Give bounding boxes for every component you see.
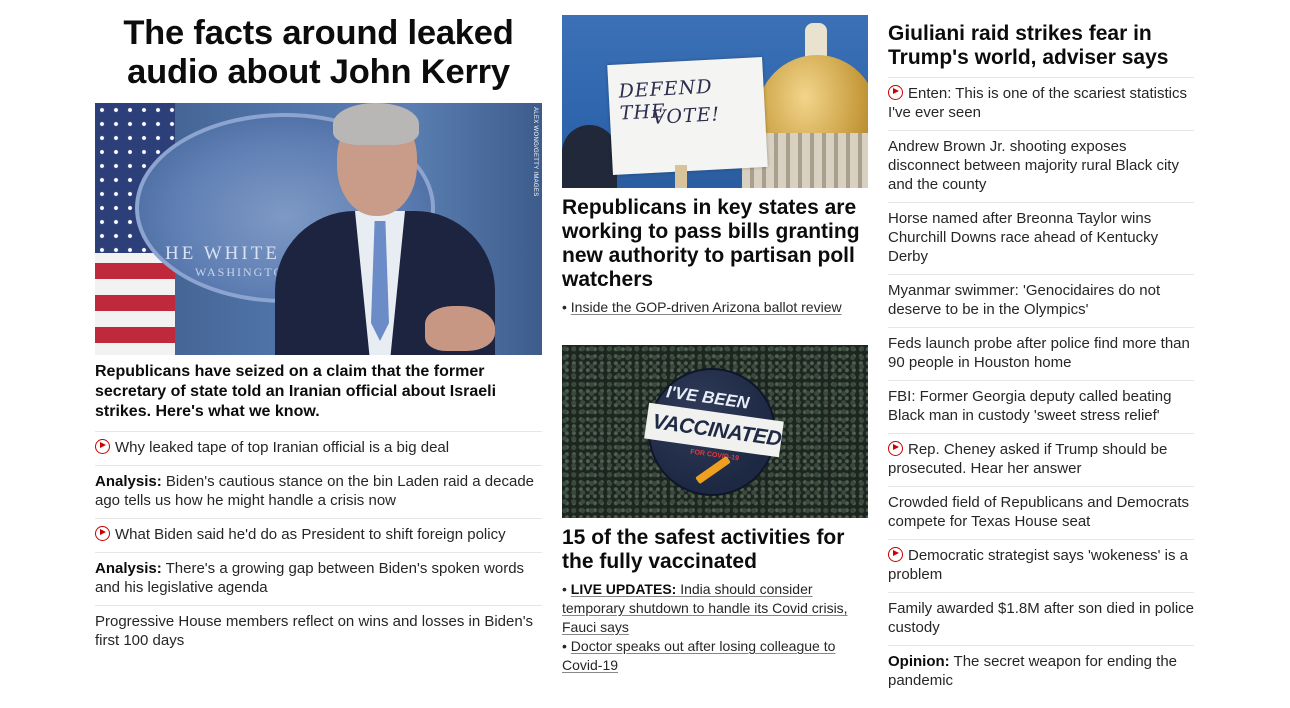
link-text: Progressive House members reflect on win… bbox=[95, 613, 534, 649]
headline-link[interactable]: Rep. Cheney asked if Trump should be pro… bbox=[888, 441, 1167, 477]
related-link[interactable]: Analysis: Biden's cautious stance on the… bbox=[95, 473, 534, 509]
sublink[interactable]: Inside the GOP-driven Arizona ballot rev… bbox=[571, 299, 842, 315]
sublink-item[interactable]: • LIVE UPDATES: India should consider te… bbox=[562, 580, 868, 637]
link-text: What Biden said he'd do as President to … bbox=[115, 526, 506, 543]
link-text: Enten: This is one of the scariest stati… bbox=[888, 85, 1188, 121]
vaccinated-badge: I'VE BEEN VACCINATED FOR COVID-19 bbox=[644, 368, 784, 496]
card-headline[interactable]: 15 of the safest activities for the full… bbox=[562, 526, 868, 574]
protest-sign: DEFEND THE VOTE! bbox=[607, 57, 768, 175]
play-video-icon bbox=[888, 441, 903, 456]
play-video-icon bbox=[888, 547, 903, 562]
related-link[interactable]: Progressive House members reflect on win… bbox=[95, 613, 533, 649]
sign-text-line2: VOTE! bbox=[651, 103, 721, 129]
lead-story-column: The facts around leaked audio about John… bbox=[95, 0, 542, 658]
story-card-voting: DEFEND THE VOTE! Republicans in key stat… bbox=[562, 15, 868, 317]
lead-headline-link[interactable]: The facts around leaked audio about John… bbox=[123, 14, 514, 91]
headline-link[interactable]: Andrew Brown Jr. shooting exposes discon… bbox=[888, 138, 1179, 193]
link-prefix: Analysis: bbox=[95, 560, 162, 577]
headline-link[interactable]: Enten: This is one of the scariest stati… bbox=[888, 85, 1187, 121]
play-video-icon bbox=[95, 439, 110, 454]
headline-link[interactable]: Feds launch probe after police find more… bbox=[888, 335, 1190, 371]
related-links-list: Why leaked tape of top Iranian official … bbox=[95, 431, 542, 658]
sublink[interactable]: LIVE UPDATES: India should consider temp… bbox=[562, 581, 848, 635]
list-item[interactable]: Rep. Cheney asked if Trump should be pro… bbox=[888, 433, 1194, 486]
headline-link[interactable]: FBI: Former Georgia deputy called beatin… bbox=[888, 388, 1171, 424]
lead-headline[interactable]: The facts around leaked audio about John… bbox=[95, 14, 542, 92]
link-prefix: Analysis: bbox=[95, 473, 162, 490]
play-video-icon bbox=[888, 85, 903, 100]
related-link[interactable]: Why leaked tape of top Iranian official … bbox=[95, 439, 449, 456]
photo-credit: ALEX WONG/GETTY IMAGES bbox=[532, 107, 538, 197]
headline-link[interactable]: Crowded field of Republicans and Democra… bbox=[888, 494, 1189, 530]
list-item[interactable]: Democratic strategist says 'wokeness' is… bbox=[888, 539, 1194, 592]
list-item[interactable]: Horse named after Breonna Taylor wins Ch… bbox=[888, 202, 1194, 274]
sign-stick bbox=[675, 165, 687, 188]
list-item[interactable]: Feds launch probe after police find more… bbox=[888, 327, 1194, 380]
headline-link[interactable]: Opinion: The secret weapon for ending th… bbox=[888, 653, 1177, 689]
story-card-vaccinated: I'VE BEEN VACCINATED FOR COVID-19 15 of … bbox=[562, 345, 868, 675]
speaker-figure bbox=[275, 103, 542, 355]
headline-link[interactable]: Family awarded $1.8M after son died in p… bbox=[888, 600, 1194, 636]
headline-list-column: Giuliani raid strikes fear in Trump's wo… bbox=[888, 0, 1194, 698]
headline-link[interactable]: Democratic strategist says 'wokeness' is… bbox=[888, 547, 1188, 583]
card-headline-link[interactable]: 15 of the safest activities for the full… bbox=[562, 526, 844, 573]
list-item[interactable]: Analysis: There's a growing gap between … bbox=[95, 552, 542, 605]
lead-summary[interactable]: Republicans have seized on a claim that … bbox=[95, 362, 542, 422]
link-text: Biden's cautious stance on the bin Laden… bbox=[95, 473, 535, 509]
sublink-item[interactable]: • Inside the GOP-driven Arizona ballot r… bbox=[562, 298, 868, 317]
list-item[interactable]: Why leaked tape of top Iranian official … bbox=[95, 431, 542, 465]
list-item[interactable]: FBI: Former Georgia deputy called beatin… bbox=[888, 380, 1194, 433]
backdrop-subtext: WASHINGTO bbox=[195, 265, 285, 279]
link-text: Rep. Cheney asked if Trump should be pro… bbox=[888, 441, 1168, 477]
syringe-icon bbox=[695, 455, 731, 485]
card-sublinks: • Inside the GOP-driven Arizona ballot r… bbox=[562, 298, 868, 317]
related-link[interactable]: Analysis: There's a growing gap between … bbox=[95, 560, 524, 596]
sublink-prefix: LIVE UPDATES: bbox=[570, 581, 677, 597]
headline-link[interactable]: Horse named after Breonna Taylor wins Ch… bbox=[888, 210, 1158, 265]
card-sublinks: • LIVE UPDATES: India should consider te… bbox=[562, 580, 868, 675]
list-item[interactable]: Analysis: Biden's cautious stance on the… bbox=[95, 465, 542, 518]
lead-image[interactable]: HE WHITE H WASHINGTO ALEX WONG/GETTY IMA… bbox=[95, 103, 542, 355]
list-item[interactable]: Progressive House members reflect on win… bbox=[95, 605, 542, 658]
card-headline[interactable]: Republicans in key states are working to… bbox=[562, 196, 868, 292]
sublink-item[interactable]: • Doctor speaks out after losing colleag… bbox=[562, 637, 868, 675]
lead-summary-link[interactable]: Republicans have seized on a claim that … bbox=[95, 363, 496, 420]
related-link[interactable]: What Biden said he'd do as President to … bbox=[95, 526, 506, 543]
side-headline[interactable]: Giuliani raid strikes fear in Trump's wo… bbox=[888, 22, 1194, 70]
list-item[interactable]: Family awarded $1.8M after son died in p… bbox=[888, 592, 1194, 645]
link-prefix: Opinion: bbox=[888, 653, 950, 670]
headline-link[interactable]: Myanmar swimmer: 'Genocidaires do not de… bbox=[888, 282, 1160, 318]
link-text: Why leaked tape of top Iranian official … bbox=[115, 439, 450, 456]
list-item[interactable]: Crowded field of Republicans and Democra… bbox=[888, 486, 1194, 539]
card-column: DEFEND THE VOTE! Republicans in key stat… bbox=[562, 0, 868, 675]
side-headline-link[interactable]: Giuliani raid strikes fear in Trump's wo… bbox=[888, 22, 1168, 69]
card-image-defend-vote[interactable]: DEFEND THE VOTE! bbox=[562, 15, 868, 188]
play-video-icon bbox=[95, 526, 110, 541]
list-item[interactable]: Andrew Brown Jr. shooting exposes discon… bbox=[888, 130, 1194, 202]
list-item[interactable]: Opinion: The secret weapon for ending th… bbox=[888, 645, 1194, 698]
list-item[interactable]: Enten: This is one of the scariest stati… bbox=[888, 77, 1194, 130]
sublink[interactable]: Doctor speaks out after losing colleague… bbox=[562, 638, 835, 673]
person-shoulder bbox=[562, 125, 617, 188]
list-item[interactable]: Myanmar swimmer: 'Genocidaires do not de… bbox=[888, 274, 1194, 327]
headline-list: Enten: This is one of the scariest stati… bbox=[888, 77, 1194, 698]
link-text: Democratic strategist says 'wokeness' is… bbox=[888, 547, 1188, 583]
card-image-vaccinated-button[interactable]: I'VE BEEN VACCINATED FOR COVID-19 bbox=[562, 345, 868, 518]
card-headline-link[interactable]: Republicans in key states are working to… bbox=[562, 196, 860, 291]
list-item[interactable]: What Biden said he'd do as President to … bbox=[95, 518, 542, 552]
